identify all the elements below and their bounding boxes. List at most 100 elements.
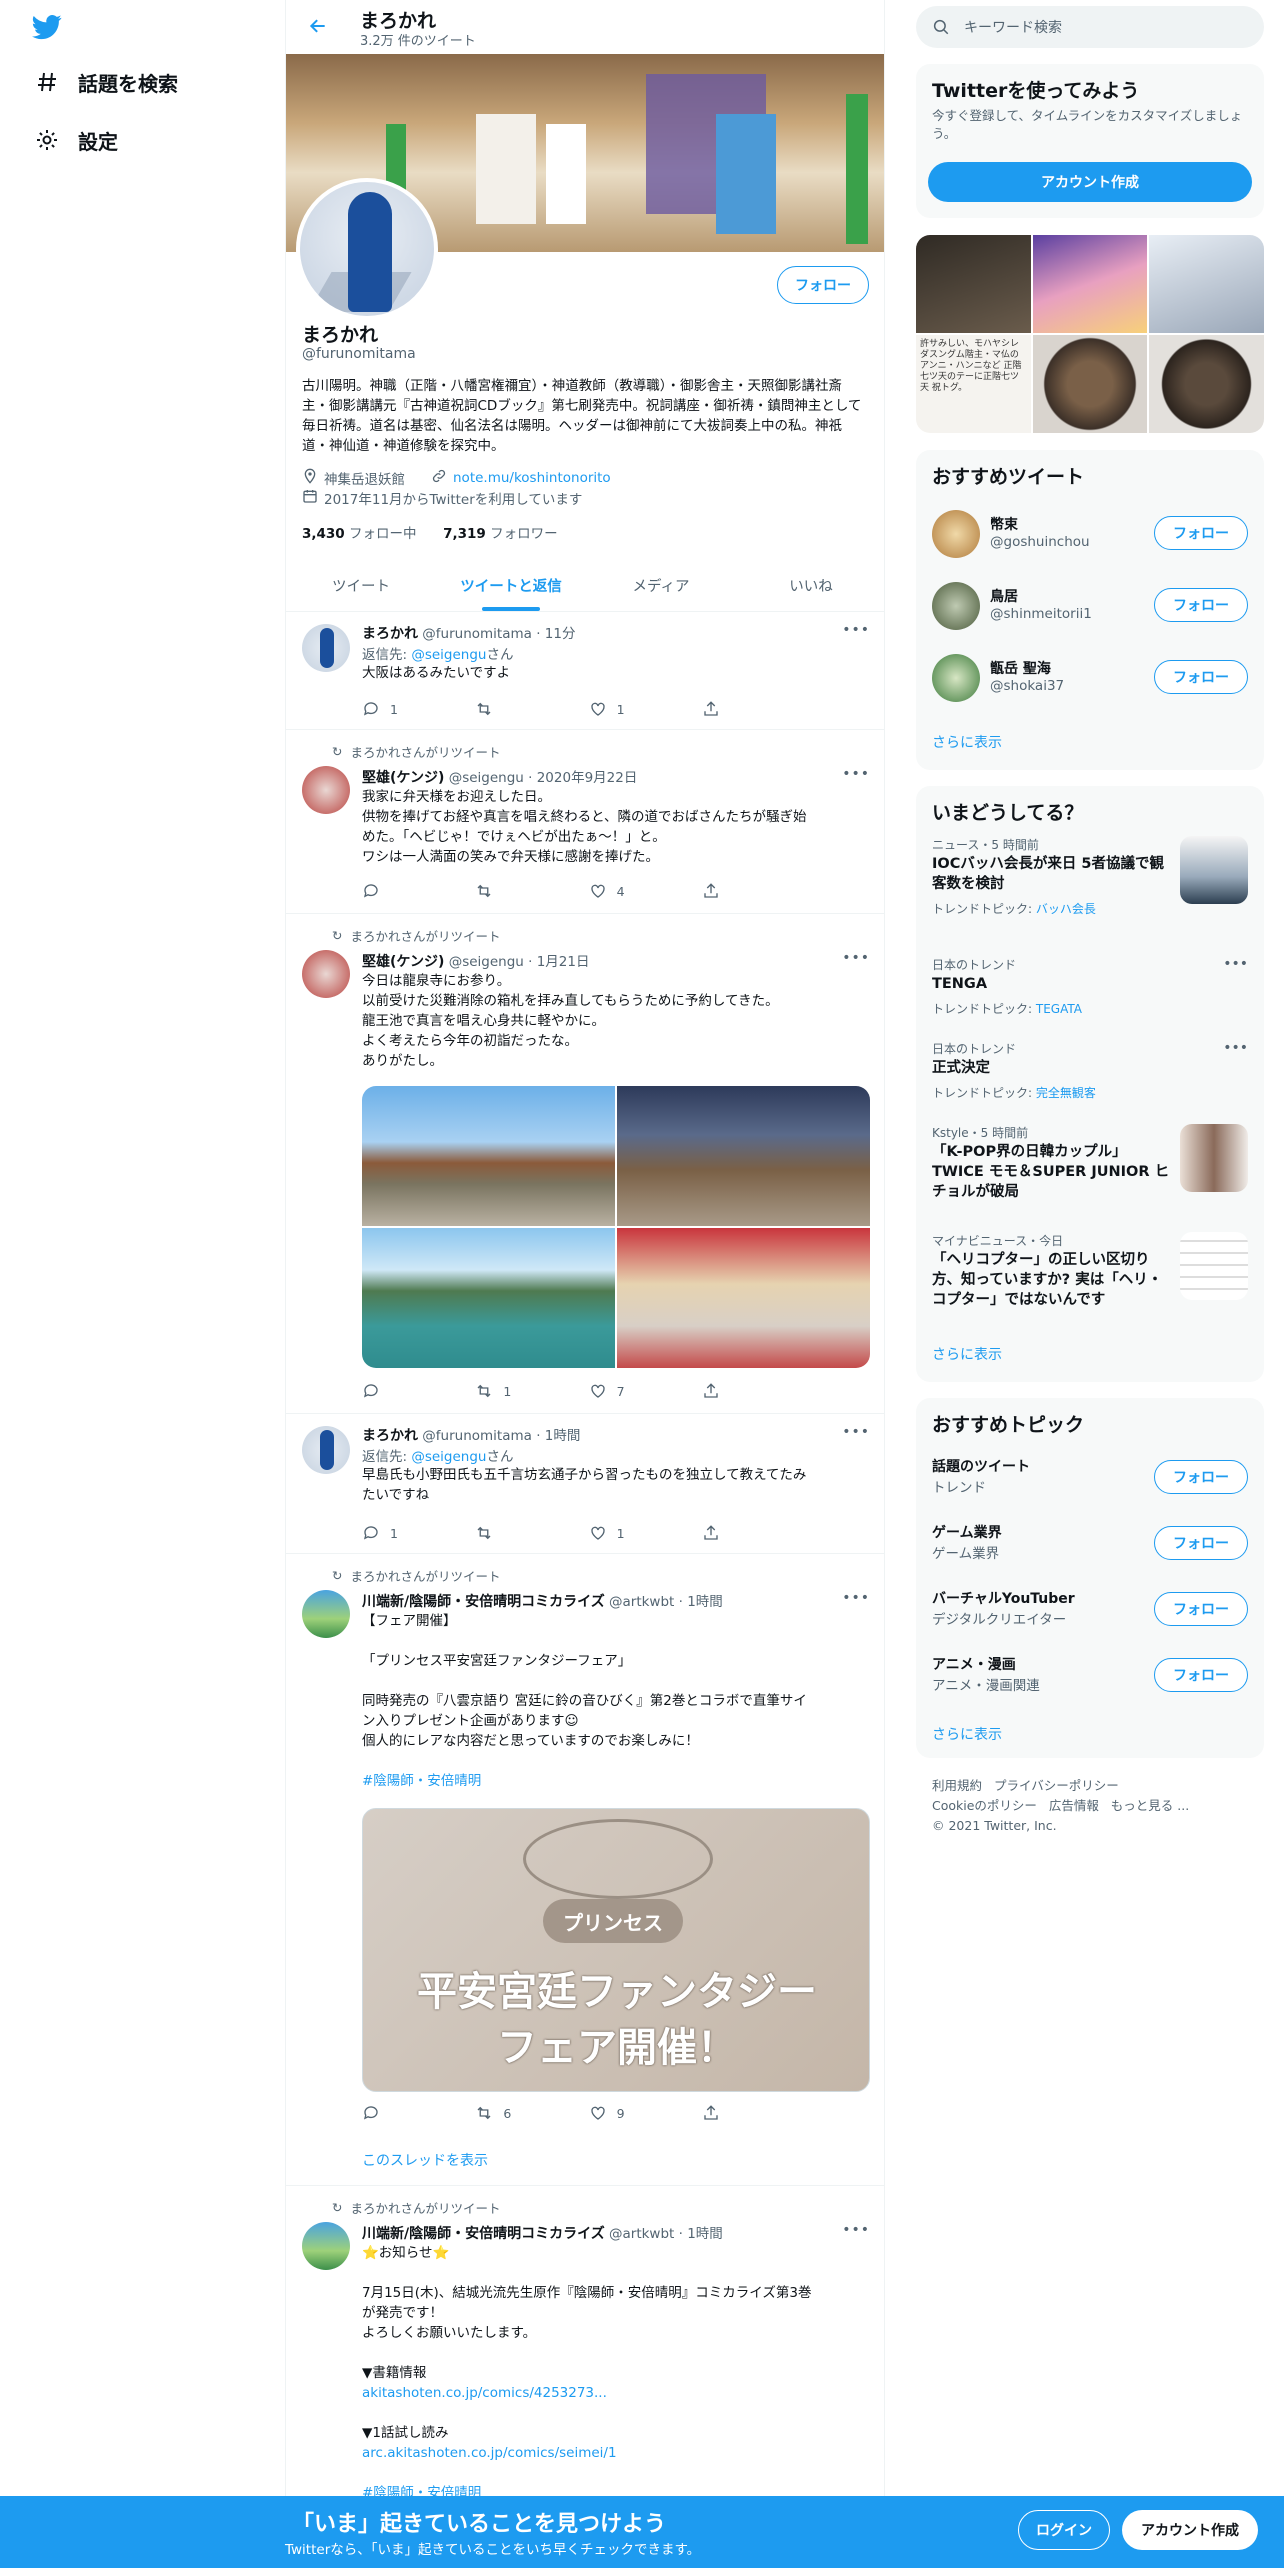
media-thumb[interactable]: 許サみしい、モハヤシレダスングム階主・マ仏のアンニ・ハンニなど 正階七ツ天のテー… (916, 335, 1031, 433)
tweet[interactable]: ↻ まろかれさんがリツイート 堅雄(ケンジ) @seigengu · 2020年9… (286, 730, 884, 914)
tweet-author[interactable]: 川端新/陰陽師・安倍晴明コミカライズ (362, 1594, 605, 1610)
footer-terms[interactable]: 利用規約 (932, 1778, 982, 1793)
reply-button[interactable] (362, 1382, 462, 1400)
tweet-time[interactable]: 1時間 (687, 2226, 723, 2242)
tab-tweets-and-replies[interactable]: ツイートと返信 (436, 560, 586, 611)
media-thumb[interactable] (916, 235, 1031, 333)
profile-url-link[interactable]: note.mu/koshintonorito (453, 470, 611, 486)
tweet-avatar[interactable] (302, 1590, 350, 1638)
retweet-button[interactable]: 1 (475, 1382, 575, 1400)
more-icon[interactable]: ••• (1223, 956, 1248, 972)
like-button[interactable]: 9 (589, 2104, 689, 2122)
share-button[interactable] (702, 1524, 802, 1542)
tweet-avatar[interactable] (302, 950, 350, 998)
tweet-time[interactable]: 1時間 (687, 1594, 723, 1610)
media-thumb[interactable] (1032, 335, 1148, 433)
trend-item[interactable]: 日本のトレンド 正式決定 トレンドトピック: 完全無観客 ••• (916, 1040, 1264, 1110)
tab-media[interactable]: メディア (586, 560, 736, 611)
tweet-author[interactable]: 堅雄(ケンジ) (362, 954, 444, 970)
tweet[interactable]: まろかれ @furunomitama · 1時間 返信先: @seigenguさ… (286, 1414, 884, 1554)
profile-avatar[interactable] (296, 178, 438, 320)
tweet-author[interactable]: 川端新/陰陽師・安倍晴明コミカライズ (362, 2226, 605, 2242)
tweet-avatar[interactable] (302, 1426, 350, 1474)
follow-button[interactable]: フォロー (1154, 516, 1248, 550)
signup-button[interactable]: アカウント作成 (928, 162, 1252, 202)
more-icon[interactable]: ••• (842, 2222, 870, 2238)
tweet[interactable]: ↻ まろかれさんがリツイート 堅雄(ケンジ) @seigengu · 1月21日 … (286, 914, 884, 1414)
share-button[interactable] (702, 882, 802, 900)
trend-item[interactable]: Kstyle・5 時間前 「K-POP界の日韓カップル」TWICE モモ＆SUP… (916, 1124, 1264, 1214)
footer-more[interactable]: もっと見る ... (1111, 1798, 1189, 1813)
more-icon[interactable]: ••• (842, 950, 870, 966)
tweet-photo[interactable] (617, 1228, 870, 1368)
more-icon[interactable]: ••• (842, 622, 870, 638)
suggested-user[interactable]: 幣束 @goshuinchou フォロー (916, 498, 1264, 570)
show-more-link[interactable]: さらに表示 (932, 732, 1002, 752)
follow-button[interactable]: フォロー (1154, 660, 1248, 694)
nav-settings[interactable]: 設定 (34, 120, 118, 160)
footer-privacy[interactable]: プライバシーポリシー (994, 1778, 1119, 1793)
trend-item[interactable]: 日本のトレンド TENGA トレンドトピック: TEGATA ••• (916, 956, 1264, 1026)
following-link[interactable]: 3,430 フォロー中 (302, 526, 417, 542)
tweet-author[interactable]: 堅雄(ケンジ) (362, 770, 444, 786)
footer-cookie[interactable]: Cookieのポリシー (932, 1798, 1037, 1813)
tweet-time[interactable]: 2020年9月22日 (537, 770, 638, 786)
suggested-user[interactable]: 鳥居 @shinmeitorii1 フォロー (916, 570, 1264, 642)
more-icon[interactable]: ••• (842, 1590, 870, 1606)
tweet[interactable]: ↻ まろかれさんがリツイート 川端新/陰陽師・安倍晴明コミカライズ @artkwb… (286, 1554, 884, 2186)
more-icon[interactable]: ••• (842, 1424, 870, 1440)
suggested-user[interactable]: 甑岳 聖海 @shokai37 フォロー (916, 642, 1264, 714)
follow-button[interactable]: フォロー (1154, 588, 1248, 622)
more-icon[interactable]: ••• (1223, 1040, 1248, 1056)
reply-button[interactable] (362, 2104, 462, 2122)
tweet[interactable]: まろかれ @furunomitama · 11分 返信先: @seigenguさ… (286, 612, 884, 730)
footer-ads[interactable]: 広告情報 (1049, 1798, 1099, 1813)
trial-read-link[interactable]: arc.akitashoten.co.jp/comics/seimei/1 (362, 2445, 617, 2461)
topic-item[interactable]: バーチャルYouTuber デジタルクリエイター フォロー (916, 1578, 1264, 1642)
topic-item[interactable]: アニメ・漫画 アニメ・漫画関連 フォロー (916, 1644, 1264, 1708)
book-info-link[interactable]: akitashoten.co.jp/comics/4253273... (362, 2385, 607, 2401)
create-account-button[interactable]: アカウント作成 (1122, 2510, 1258, 2550)
media-thumb[interactable] (1149, 235, 1264, 333)
tweet-photo[interactable] (617, 1086, 870, 1226)
trend-item[interactable]: ニュース・5 時間前 IOCバッハ会長が来日 5者協議で観客数を検討 トレンドト… (916, 836, 1264, 926)
reply-button[interactable] (362, 882, 462, 900)
profile-follow-button[interactable]: フォロー (777, 266, 869, 304)
retweet-button[interactable] (475, 700, 575, 718)
followers-link[interactable]: 7,319 フォロワー (443, 526, 558, 542)
share-button[interactable] (702, 1382, 802, 1400)
nav-explore[interactable]: 話題を検索 (34, 62, 178, 102)
show-more-link[interactable]: さらに表示 (932, 1724, 1002, 1744)
trend-item[interactable]: マイナビニュース・今日 「ヘリコプター」の正しい区切り方、知っていますか? 実は… (916, 1232, 1264, 1322)
login-button[interactable]: ログイン (1018, 2510, 1110, 2550)
reply-button[interactable]: 1 (362, 1524, 462, 1542)
media-thumb[interactable] (1149, 335, 1264, 433)
follow-button[interactable]: フォロー (1154, 1658, 1248, 1692)
show-thread-link[interactable]: このスレッドを表示 (362, 2150, 488, 2170)
tweet-photo[interactable] (362, 1086, 615, 1226)
retweet-button[interactable]: 6 (475, 2104, 575, 2122)
tweet-avatar[interactable] (302, 766, 350, 814)
reply-button[interactable]: 1 (362, 700, 462, 718)
tweet-photo[interactable]: プリンセス 平安宮廷ファンタジー フェア開催！ (362, 1808, 870, 2092)
like-button[interactable]: 4 (589, 882, 689, 900)
topic-item[interactable]: ゲーム業界 ゲーム業界 フォロー (916, 1512, 1264, 1576)
show-more-link[interactable]: さらに表示 (932, 1344, 1002, 1364)
back-button[interactable] (304, 12, 332, 40)
share-button[interactable] (702, 700, 802, 718)
tweet-author[interactable]: まろかれ (362, 626, 418, 642)
tweet-avatar[interactable] (302, 2222, 350, 2270)
follow-button[interactable]: フォロー (1154, 1460, 1248, 1494)
twitter-logo-icon[interactable] (30, 12, 64, 42)
tweet-time[interactable]: 1時間 (545, 1428, 581, 1444)
topic-item[interactable]: 話題のツイート トレンド フォロー (916, 1446, 1264, 1510)
more-icon[interactable]: ••• (842, 766, 870, 782)
follow-button[interactable]: フォロー (1154, 1592, 1248, 1626)
retweet-button[interactable] (475, 882, 575, 900)
hashtag-link[interactable]: #陰陽師・安倍晴明 (362, 1773, 481, 1789)
tweet-photo[interactable] (362, 1228, 615, 1368)
tweet-author[interactable]: まろかれ (362, 1428, 418, 1444)
retweet-button[interactable] (475, 1524, 575, 1542)
like-button[interactable]: 1 (589, 700, 689, 718)
search-input[interactable]: キーワード検索 (916, 6, 1264, 48)
